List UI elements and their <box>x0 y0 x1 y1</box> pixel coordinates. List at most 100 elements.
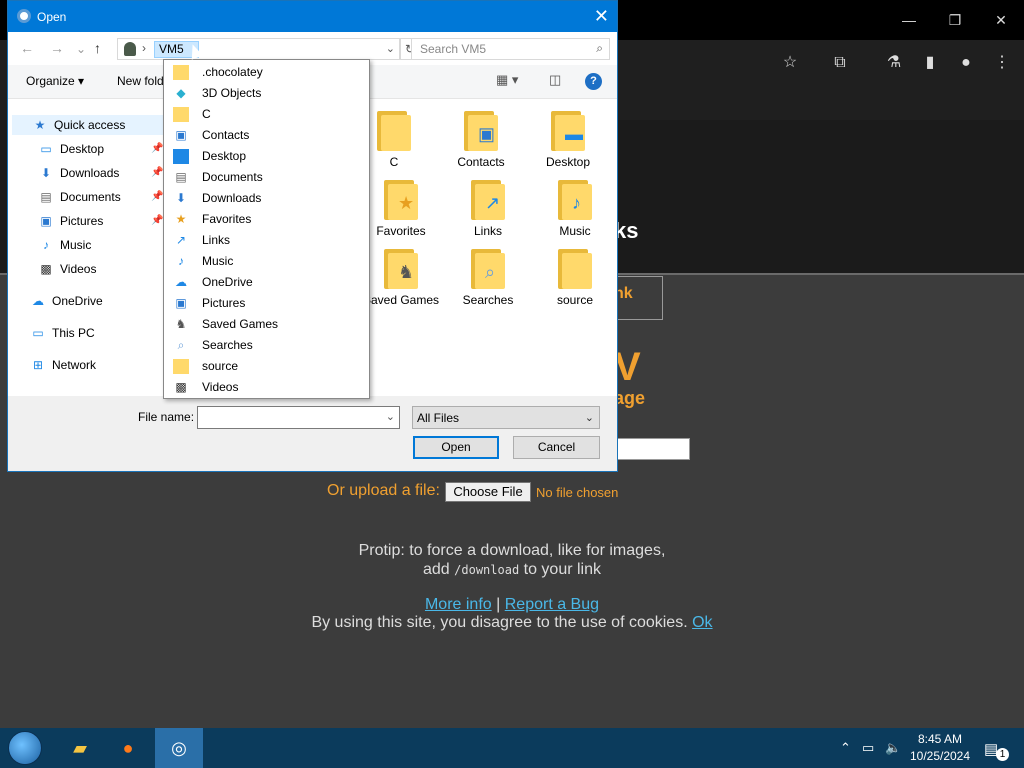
menu-kebab-icon[interactable]: ⋮ <box>991 52 1013 74</box>
dropdown-item-links[interactable]: ↗ Links <box>164 230 369 251</box>
nav-label: This PC <box>52 326 95 340</box>
chrome-icon[interactable]: ◎ <box>155 728 203 768</box>
forward-arrow-icon[interactable]: → <box>50 40 64 56</box>
open-button[interactable]: Open <box>413 436 499 459</box>
dropdown-item-source[interactable]: source <box>164 356 369 377</box>
dropdown-item-music[interactable]: ♪ Music <box>164 251 369 272</box>
nav-pictures[interactable]: ▣ Pictures <box>38 211 103 231</box>
dropdown-item-label: Documents <box>202 170 263 184</box>
view-options-icon[interactable]: ▦ ▾ <box>496 72 518 88</box>
folder-item[interactable]: ★ Favorites <box>361 180 441 238</box>
system-clock[interactable]: 8:45 AM 10/25/2024 <box>908 731 972 765</box>
help-icon[interactable]: ? <box>585 73 602 90</box>
pictures-icon: ▣ <box>40 214 52 228</box>
dropdown-item-chocolatey[interactable]: .chocolatey <box>164 62 369 83</box>
dropdown-item-searches[interactable]: ⌕ Searches <box>164 335 369 356</box>
dropdown-item-3d-objects[interactable]: ◆ 3D Objects <box>164 83 369 104</box>
labs-flask-icon[interactable]: ⚗ <box>883 52 905 74</box>
nav-downloads[interactable]: ⬇ Downloads <box>38 163 119 183</box>
minimize-icon[interactable]: — <box>899 10 919 30</box>
report-bug-link[interactable]: Report a Bug <box>505 596 599 613</box>
folder-item[interactable]: ▣ Contacts <box>441 111 521 169</box>
searches-folder-icon: ⌕ <box>471 249 505 289</box>
file-explorer-icon[interactable]: ▰ <box>56 728 104 768</box>
music-icon: ♪ <box>43 238 49 252</box>
nav-network[interactable]: ⊞ Network <box>30 355 96 375</box>
link-box[interactable]: nk <box>614 276 663 320</box>
folder-item[interactable]: ▬ Desktop <box>528 111 608 169</box>
notification-count-badge: 1 <box>996 748 1009 761</box>
downloads-icon: ⬇ <box>40 166 52 180</box>
file-type-select[interactable]: All Files ⌄ <box>412 406 600 429</box>
preview-pane-icon[interactable]: ◫ <box>549 72 561 88</box>
new-folder-button[interactable]: New fold <box>117 74 164 88</box>
dropdown-item-downloads[interactable]: ⬇ Downloads <box>164 188 369 209</box>
restore-icon[interactable]: ❐ <box>945 10 965 30</box>
breadcrumb-chevron-icon[interactable]: › <box>142 41 146 55</box>
folder-label: Searches <box>462 293 514 307</box>
dropdown-item-desktop[interactable]: Desktop <box>164 146 369 167</box>
chevron-down-icon[interactable]: ⌄ <box>386 410 395 423</box>
nav-onedrive[interactable]: ☁ OneDrive <box>30 291 103 311</box>
search-icon: ⌕ <box>177 338 185 352</box>
nav-desktop[interactable]: ▭ Desktop <box>38 139 104 159</box>
folder-item[interactable]: ⌕ Searches <box>448 249 528 307</box>
firefox-icon[interactable]: ● <box>104 728 152 768</box>
folder-label: Music <box>559 224 591 238</box>
dropdown-item-pictures[interactable]: ▣ Pictures <box>164 293 369 314</box>
source-folder-icon <box>558 249 592 289</box>
more-info-link[interactable]: More info <box>425 596 492 613</box>
dropdown-item-contacts[interactable]: ▣ Contacts <box>164 125 369 146</box>
file-name-label: File name: <box>138 410 195 424</box>
dropdown-item-documents[interactable]: ▤ Documents <box>164 167 369 188</box>
folder-item[interactable]: ↗ Links <box>448 180 528 238</box>
nav-quick-access[interactable]: ★ Quick access <box>12 115 168 135</box>
url-input[interactable] <box>616 438 690 460</box>
cookie-ok-link[interactable]: Ok <box>692 614 712 631</box>
nav-this-pc[interactable]: ▭ This PC <box>30 323 95 343</box>
dropdown-item-label: OneDrive <box>202 275 253 289</box>
folder-item[interactable]: source <box>535 249 615 307</box>
nav-documents[interactable]: ▤ Documents <box>38 187 120 207</box>
volume-muted-icon[interactable]: 🔈 <box>885 740 901 756</box>
dialog-close-icon[interactable]: ✕ <box>594 6 609 27</box>
file-name-input[interactable]: ⌄ <box>197 406 400 429</box>
recent-chevron-icon[interactable]: ⌄ <box>76 42 86 56</box>
extensions-icon[interactable]: ⧉ <box>829 52 851 74</box>
dropdown-item-c[interactable]: C <box>164 104 369 125</box>
videos-icon: ▩ <box>40 262 52 276</box>
documents-icon: ▤ <box>175 170 187 184</box>
back-arrow-icon[interactable]: ← <box>20 40 34 56</box>
desktop-icon <box>173 149 189 164</box>
profile-avatar-icon[interactable]: ● <box>955 52 977 74</box>
close-icon[interactable]: ✕ <box>991 10 1011 30</box>
address-dropdown-icon[interactable]: ⌄ <box>386 42 395 55</box>
address-breadcrumb[interactable]: › VM5 ⌄ <box>117 38 400 60</box>
bookmark-star-icon[interactable]: ☆ <box>779 52 801 74</box>
folder-item[interactable]: ♪ Music <box>535 180 615 238</box>
dropdown-item-videos[interactable]: ▩ Videos <box>164 377 369 398</box>
tray-chevron-up-icon[interactable]: ⌃ <box>840 740 851 756</box>
organize-button[interactable]: Organize ▾ <box>26 74 84 88</box>
desktop-folder-icon: ▬ <box>551 111 585 151</box>
dropdown-item-favorites[interactable]: ★ Favorites <box>164 209 369 230</box>
cancel-button[interactable]: Cancel <box>513 436 600 459</box>
choose-file-button[interactable]: Choose File <box>445 482 531 502</box>
music-icon: ♪ <box>178 254 184 268</box>
hero-subtitle: age <box>614 388 646 408</box>
dropdown-item-onedrive[interactable]: ☁ OneDrive <box>164 272 369 293</box>
network-tray-icon[interactable]: ▭ <box>862 740 874 756</box>
side-panel-icon[interactable]: ▮ <box>919 52 941 74</box>
protip-add: add <box>422 561 450 578</box>
folder-item[interactable]: ♞ Saved Games <box>361 249 441 307</box>
nav-music[interactable]: ♪ Music <box>38 235 91 255</box>
nav-videos[interactable]: ▩ Videos <box>38 259 96 279</box>
dialog-title: Open <box>37 10 67 24</box>
games-icon: ♞ <box>175 317 187 331</box>
dropdown-item-saved-games[interactable]: ♞ Saved Games <box>164 314 369 335</box>
search-input[interactable]: Search VM5 ⌕ <box>411 38 610 60</box>
dropdown-item-label: Pictures <box>202 296 246 310</box>
up-arrow-icon[interactable]: ↑ <box>94 40 101 56</box>
upload-label: Or upload a file: <box>327 482 440 499</box>
start-button-icon[interactable] <box>8 731 42 765</box>
